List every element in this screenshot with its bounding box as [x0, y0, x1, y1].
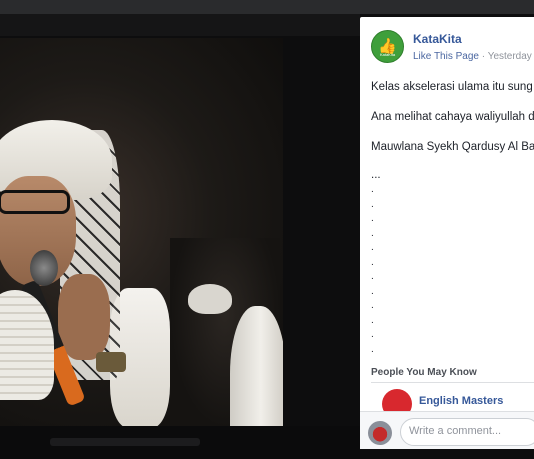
post-side-panel: 👍 KataKita KataKita Like This Page · Yes…: [360, 17, 534, 449]
comment-input[interactable]: Write a comment...: [400, 418, 534, 446]
post-dot: .: [371, 242, 374, 253]
top-browser-band: [0, 0, 534, 14]
like-page-link[interactable]: Like This Page: [413, 51, 479, 62]
post-dot: .: [371, 285, 374, 297]
post-text-line-3: Mauwlana Syekh Qardusy Al Ba: [371, 141, 534, 153]
post-dot: .: [371, 227, 374, 239]
page-name-link[interactable]: KataKita: [413, 32, 462, 46]
page-avatar[interactable]: 👍 KataKita: [371, 30, 404, 63]
post-dot: .: [371, 329, 374, 340]
post-ellipsis: ...: [371, 169, 381, 181]
post-timestamp[interactable]: Yesterday: [488, 51, 532, 62]
post-dot: .: [371, 300, 374, 311]
post-dots-list: . . . . . . . . . . . .: [371, 183, 401, 357]
meta-separator: ·: [481, 51, 486, 62]
viewer-footer-strip: [0, 426, 360, 459]
post-dot: .: [371, 256, 374, 268]
post-dot: .: [371, 314, 374, 326]
background-cap: [188, 284, 232, 314]
eyeglasses: [0, 190, 70, 214]
post-meta: Like This Page · Yesterday: [413, 51, 532, 62]
section-divider: [371, 382, 534, 383]
commenter-avatar: [368, 421, 392, 445]
post-dot: .: [371, 343, 374, 355]
post-dot: .: [371, 213, 374, 224]
post-dot: .: [371, 271, 374, 282]
wristwatch: [96, 352, 126, 372]
post-dot: .: [371, 198, 374, 210]
viewer-header-strip: [0, 14, 360, 36]
microphone-head: [30, 250, 58, 286]
suggested-page-name[interactable]: English Masters: [419, 395, 503, 407]
speaker-hand: [58, 274, 110, 360]
avatar-logo-text: KataKita: [379, 52, 396, 57]
post-text-line-1: Kelas akselerasi ulama itu sung: [371, 81, 533, 93]
people-you-may-know-title: People You May Know: [371, 367, 477, 378]
post-text-line-2: Ana melihat cahaya waliyullah d: [371, 111, 534, 123]
post-photo[interactable]: [0, 38, 283, 426]
foreground-tall-cap: [230, 306, 283, 426]
post-dot: .: [371, 184, 374, 195]
comment-bar: Write a comment...: [360, 411, 534, 449]
blurred-caption: [50, 438, 200, 446]
